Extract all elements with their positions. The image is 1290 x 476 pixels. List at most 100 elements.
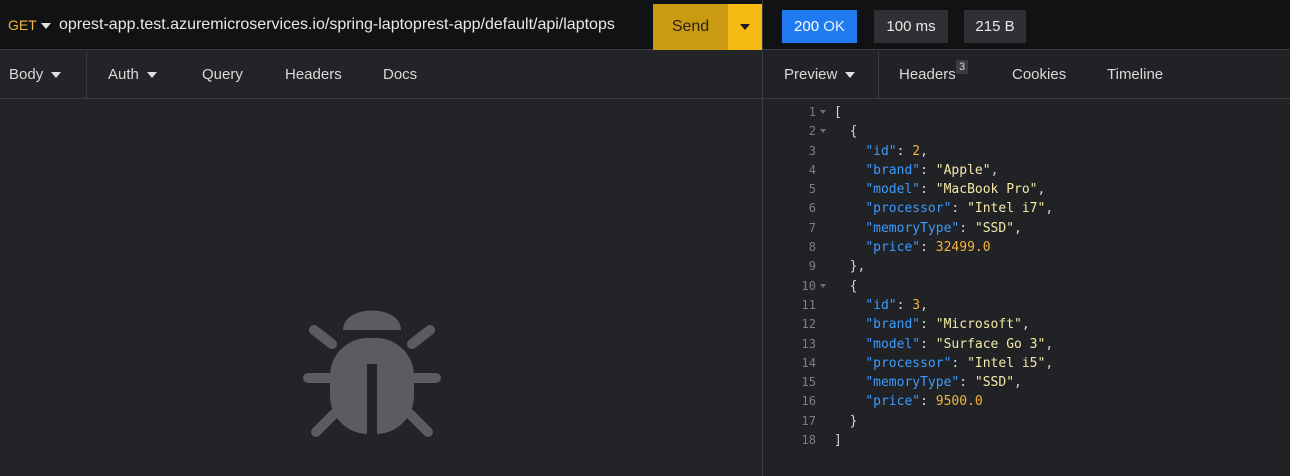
json-value: 2 [912,143,921,159]
tab-body[interactable]: Body [9,51,62,99]
fold-caret-icon[interactable] [820,283,826,288]
code-text: "processor": "Intel i5", [865,355,1054,371]
json-value: "Surface Go 3" [935,336,1046,352]
method-selector[interactable]: GET [8,17,37,33]
json-value: "MacBook Pro" [935,182,1038,198]
json-key: "price" [865,394,921,410]
line-number: 12 [801,317,816,332]
fold-caret-icon[interactable] [820,110,826,114]
response-pane: 200 OK 100 ms 215 B Preview Headers Cook… [763,0,1290,476]
tab-auth[interactable]: Auth [108,51,157,99]
url-input[interactable]: oprest-app.test.azuremicroservices.io/sp… [59,16,615,34]
status-badge: 200 OK [782,10,857,43]
headers-count-badge: 3 [956,60,969,74]
code-line: 17 } [763,412,1290,431]
line-number: 14 [801,355,816,370]
json-value: "SSD" [974,220,1015,236]
send-button[interactable]: Send [653,4,728,50]
tab-response-headers[interactable]: Headers [899,51,956,99]
tab-body-label: Body [9,66,44,83]
url-bar: GET oprest-app.test.azuremicroservices.i… [0,0,762,50]
line-number: 18 [801,433,816,448]
json-punctuation: [ [834,105,842,120]
json-value: 32499.0 [935,240,991,256]
code-text: { [834,277,858,296]
response-status-bar: 200 OK 100 ms 215 B [763,0,1290,50]
tab-docs[interactable]: Docs [383,51,417,99]
line-number: 13 [801,336,816,351]
response-tabs: Preview Headers Cookies Timeline [763,51,1290,99]
json-key: "model" [865,336,921,352]
code-line: 12 "brand": "Microsoft", [763,315,1290,334]
line-number: 8 [808,240,816,255]
code-line: 9 }, [763,257,1290,276]
fold-caret-icon[interactable] [820,129,826,134]
json-value: "SSD" [974,375,1015,391]
json-value: 3 [912,297,921,313]
json-value: "Intel i7" [967,201,1046,217]
code-text: ] [834,431,842,450]
tab-headers[interactable]: Headers [285,51,342,99]
code-line: 5 "model": "MacBook Pro", [763,180,1290,199]
code-line: 15 "memoryType": "SSD", [763,373,1290,392]
json-key: "memoryType" [865,220,960,236]
code-text: "brand": "Microsoft", [865,317,1030,333]
json-value: "Apple" [935,162,991,178]
caret-down-icon [845,72,856,79]
line-number: 5 [808,182,816,197]
code-line: 16 "price": 9500.0 [763,392,1290,411]
line-number: 15 [801,375,816,390]
response-size-badge: 215 B [964,10,1026,43]
tab-cookies[interactable]: Cookies [1012,51,1066,99]
caret-down-icon[interactable] [41,23,51,29]
code-line: 18] [763,431,1290,450]
json-key: "brand" [865,162,921,178]
request-tabs: Body Auth Query Headers Docs [0,51,762,99]
json-key: "brand" [865,317,921,333]
json-key: "model" [865,182,921,198]
code-line: 7 "memoryType": "SSD", [763,219,1290,238]
json-punctuation: { [849,124,858,140]
json-key: "id" [865,143,897,159]
code-line: 4 "brand": "Apple", [763,161,1290,180]
json-punctuation: }, [849,259,866,275]
caret-down-icon [51,72,62,79]
code-line: 14 "processor": "Intel i5", [763,354,1290,373]
code-text: "processor": "Intel i7", [865,201,1054,217]
json-value: "Intel i5" [967,355,1046,371]
code-text: } [834,412,858,431]
tab-preview[interactable]: Preview [784,51,856,99]
code-text: "memoryType": "SSD", [865,220,1022,236]
json-preview: 1[2 {3 "id": 2, 4 "brand": "Apple", 5 "mod… [763,103,1290,450]
send-options-button[interactable] [728,4,762,50]
caret-down-icon [146,72,157,79]
json-punctuation: } [849,413,858,429]
tab-divider [878,51,879,99]
tab-query[interactable]: Query [202,51,243,99]
line-number: 10 [801,278,816,293]
code-text: "id": 2, [865,143,928,159]
tab-timeline[interactable]: Timeline [1107,51,1163,99]
code-line: 2 { [763,122,1290,141]
line-number: 16 [801,394,816,409]
line-number: 2 [808,124,816,139]
line-number: 1 [808,105,816,119]
json-key: "id" [865,297,897,313]
tab-divider [86,51,87,99]
code-line: 6 "processor": "Intel i7", [763,199,1290,218]
tab-auth-label: Auth [108,66,139,83]
json-key: "processor" [865,355,952,371]
bug-icon [303,310,441,438]
request-pane: GET oprest-app.test.azuremicroservices.i… [0,0,762,476]
line-number: 9 [808,259,816,274]
code-line: 8 "price": 32499.0 [763,238,1290,257]
line-number: 7 [808,220,816,235]
code-line: 11 "id": 3, [763,296,1290,315]
status-text: OK [823,18,845,35]
code-text: "model": "MacBook Pro", [865,182,1046,198]
json-punctuation: { [849,278,858,294]
code-line: 10 { [763,277,1290,296]
line-number: 17 [801,413,816,428]
code-text: [ [834,103,842,122]
code-text: "memoryType": "SSD", [865,375,1022,391]
